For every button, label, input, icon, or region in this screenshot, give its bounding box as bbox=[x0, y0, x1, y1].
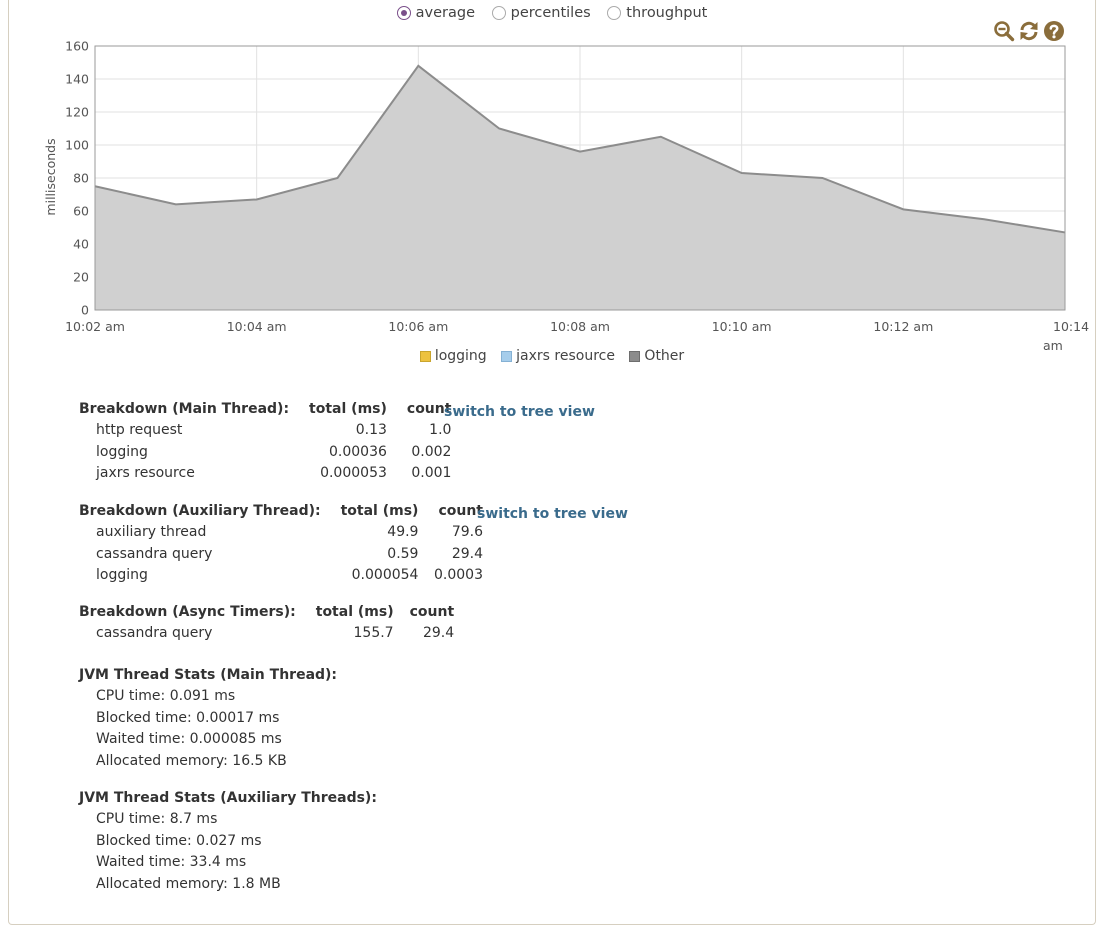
y-tick-label: 100 bbox=[65, 138, 89, 153]
table-row[interactable]: auxiliary thread 49.9 79.6 bbox=[79, 522, 483, 544]
legend-swatch bbox=[629, 350, 641, 362]
jvm-stats-auxiliary-threads: JVM Thread Stats (Auxiliary Threads): CP… bbox=[79, 787, 377, 895]
row-name: logging bbox=[96, 567, 148, 584]
y-tick-label: 80 bbox=[73, 171, 89, 186]
row-total: 0.13 bbox=[355, 422, 387, 439]
row-count: 29.4 bbox=[451, 545, 483, 562]
jvm-stat-blocked-time: Blocked time: 0.027 ms bbox=[96, 832, 262, 849]
response-time-chart: 0 20 40 60 80 100 120 140 160 10:02 am 10:04 am 10… bbox=[43, 39, 1089, 354]
row-name: auxiliary thread bbox=[96, 524, 207, 541]
y-tick-label: 60 bbox=[73, 204, 89, 219]
jvm-stat-cpu-time: CPU time: 0.091 ms bbox=[96, 688, 236, 704]
breakdown-main-thread-table: Breakdown (Main Thread): total (ms) coun… bbox=[79, 398, 451, 484]
table-row[interactable]: cassandra query 155.7 29.4 bbox=[79, 623, 454, 645]
y-axis-label: milliseconds bbox=[43, 138, 58, 215]
column-header-total: total (ms) bbox=[340, 502, 419, 519]
table-row[interactable]: logging 0.00036 0.002 bbox=[79, 441, 451, 463]
legend-swatch bbox=[501, 350, 513, 362]
jvm-stat-blocked-time: Blocked time: 0.00017 ms bbox=[96, 709, 280, 726]
jvm-stat-waited-time: Waited time: 33.4 ms bbox=[96, 854, 247, 870]
x-tick-label: 10:02 am bbox=[65, 319, 125, 334]
column-header-total: total (ms) bbox=[309, 400, 387, 417]
jvm-stats-heading: JVM Thread Stats (Auxiliary Threads): bbox=[79, 790, 377, 806]
legend-label: Other bbox=[644, 348, 685, 364]
jvm-stat-allocated-memory: Allocated memory: 16.5 KB bbox=[96, 752, 287, 769]
legend-item-other[interactable]: Other bbox=[629, 348, 684, 364]
y-tick-label: 40 bbox=[73, 237, 89, 252]
row-name: logging bbox=[96, 443, 148, 460]
row-name: cassandra query bbox=[96, 625, 213, 642]
breakdown-async-timers-table: Breakdown (Async Timers): total (ms) cou… bbox=[79, 601, 454, 644]
table-row[interactable]: logging 0.000054 0.0003 bbox=[79, 565, 483, 587]
x-tick-label: 10:10 am bbox=[712, 319, 772, 334]
jvm-stats-heading: JVM Thread Stats (Main Thread): bbox=[79, 667, 338, 683]
switch-to-tree-view-link-main[interactable]: switch to tree view bbox=[444, 404, 595, 420]
legend-item-logging[interactable]: logging bbox=[419, 348, 487, 364]
x-tick-label: 10:04 am bbox=[227, 319, 287, 334]
y-tick-label: 160 bbox=[65, 39, 89, 54]
row-count: 1.0 bbox=[429, 422, 452, 439]
x-tick-label: 10:06 am bbox=[388, 319, 448, 334]
row-name: jaxrs resource bbox=[96, 465, 195, 482]
row-count: 29.4 bbox=[422, 625, 455, 642]
y-tick-label: 20 bbox=[73, 270, 89, 285]
row-name: cassandra query bbox=[96, 545, 213, 562]
table-row[interactable]: http request 0.13 1.0 bbox=[79, 420, 451, 442]
x-tick-label: 10:08 am bbox=[550, 319, 610, 334]
switch-to-tree-view-link-auxiliary[interactable]: switch to tree view bbox=[477, 506, 628, 522]
jvm-stat-waited-time: Waited time: 0.000085 ms bbox=[96, 731, 282, 747]
table-row[interactable]: cassandra query 0.59 29.4 bbox=[79, 543, 483, 565]
y-tick-label: 120 bbox=[65, 105, 89, 120]
jvm-stat-cpu-time: CPU time: 8.7 ms bbox=[96, 811, 218, 827]
legend-label: logging bbox=[434, 348, 487, 364]
column-header-count: count bbox=[409, 603, 455, 620]
breakdown-auxiliary-thread-table: Breakdown (Auxiliary Thread): total (ms)… bbox=[79, 500, 483, 586]
row-name: http request bbox=[96, 422, 183, 439]
legend-label: jaxrs resource bbox=[516, 348, 615, 364]
breakdown-title: Breakdown (Async Timers): bbox=[79, 603, 296, 620]
row-total: 155.7 bbox=[353, 625, 394, 642]
jvm-stats-main-thread: JVM Thread Stats (Main Thread): CPU time… bbox=[79, 664, 337, 772]
table-row[interactable]: jaxrs resource 0.000053 0.001 bbox=[79, 463, 451, 485]
column-header-count: count bbox=[438, 502, 483, 519]
row-count: 0.0003 bbox=[434, 567, 483, 584]
row-total: 0.000053 bbox=[320, 465, 387, 482]
chart-legend: logging jaxrs resource Other bbox=[0, 348, 1104, 366]
row-count: 0.001 bbox=[411, 465, 452, 482]
row-total: 0.000054 bbox=[351, 567, 419, 584]
x-tick-label: 10:12 am bbox=[873, 319, 933, 334]
breakdown-title: Breakdown (Main Thread): bbox=[79, 400, 290, 417]
row-total: 0.00036 bbox=[328, 443, 387, 460]
row-count: 0.002 bbox=[411, 443, 452, 460]
row-count: 79.6 bbox=[451, 524, 483, 541]
legend-swatch bbox=[419, 350, 431, 362]
y-tick-label: 0 bbox=[81, 303, 89, 318]
legend-item-jaxrs-resource[interactable]: jaxrs resource bbox=[501, 348, 615, 364]
y-tick-label: 140 bbox=[65, 72, 89, 87]
column-header-count: count bbox=[406, 400, 452, 417]
breakdown-title: Breakdown (Auxiliary Thread): bbox=[79, 502, 321, 519]
row-total: 49.9 bbox=[387, 524, 419, 541]
jvm-stat-allocated-memory: Allocated memory: 1.8 MB bbox=[96, 875, 281, 892]
row-total: 0.59 bbox=[387, 545, 419, 562]
y-axis-ticks: 0 20 40 60 80 100 120 140 160 bbox=[65, 39, 89, 318]
column-header-total: total (ms) bbox=[315, 603, 394, 620]
